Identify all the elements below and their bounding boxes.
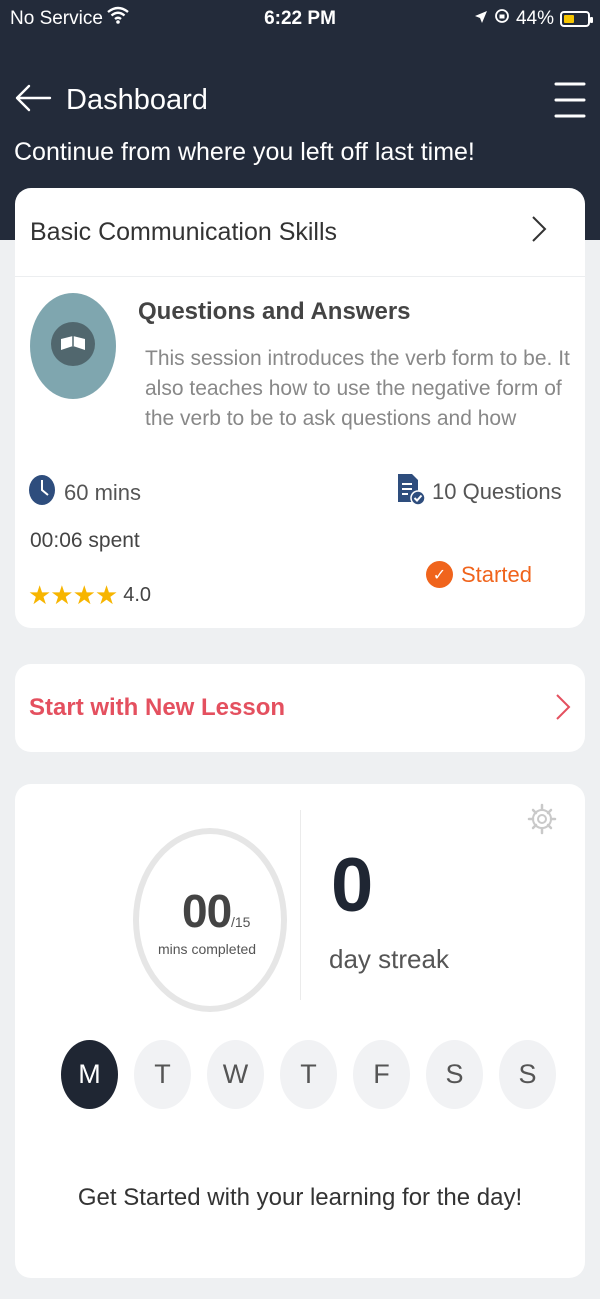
continue-subtitle: Continue from where you left off last ti… [14, 138, 475, 166]
status-label: Started [461, 561, 532, 587]
day-wednesday[interactable]: W [207, 1040, 264, 1109]
current-lesson-card[interactable]: Basic Communication Skills Questions and… [15, 188, 585, 628]
streak-count: 0 [331, 843, 374, 928]
minutes-label: mins completed [158, 941, 257, 957]
minutes-completed: 00 [182, 885, 232, 937]
gear-icon[interactable] [527, 802, 557, 841]
rating-value: 4.0 [123, 584, 152, 606]
lesson-description: This session introduces the verb form to… [145, 347, 570, 430]
course-row[interactable]: Basic Communication Skills [15, 188, 585, 277]
day-friday[interactable]: F [353, 1040, 410, 1109]
lesson-question-count: 10 Questions [396, 472, 562, 512]
top-nav: Dashboard [0, 78, 600, 124]
weekday-selector: M T W T F S S [61, 1040, 556, 1109]
orientation-lock-icon [494, 8, 510, 30]
status-bar: No Service 6:22 PM 44% [0, 0, 600, 36]
lesson-title: Questions and Answers [138, 298, 411, 325]
status-badge: ✓ Started [426, 561, 532, 588]
hamburger-menu-icon[interactable] [554, 80, 586, 125]
streak-label: day streak [329, 944, 449, 974]
minutes-goal: /15 [231, 914, 251, 930]
check-circle-icon: ✓ [426, 561, 453, 588]
back-arrow-icon[interactable] [14, 82, 52, 119]
battery-icon [560, 11, 593, 27]
time-spent: 00:06 spent [30, 529, 140, 552]
lesson-duration: 60 mins [28, 474, 141, 512]
divider [300, 810, 301, 1000]
chevron-right-icon[interactable] [531, 214, 547, 249]
day-thursday[interactable]: T [280, 1040, 337, 1109]
document-check-icon [396, 472, 426, 512]
day-monday[interactable]: M [61, 1040, 118, 1109]
start-new-lesson-link[interactable]: Start with New Lesson [29, 694, 285, 722]
day-saturday[interactable]: S [426, 1040, 483, 1109]
lesson-rating: ★★★★ 4.0 [28, 580, 151, 611]
open-book-icon [51, 322, 95, 366]
chevron-right-icon[interactable] [555, 692, 571, 727]
day-tuesday[interactable]: T [134, 1040, 191, 1109]
lesson-thumbnail [30, 293, 116, 399]
clock-icon [28, 474, 56, 512]
new-lesson-card[interactable]: Start with New Lesson [15, 664, 585, 752]
star-icons: ★★★★ [28, 580, 118, 610]
get-started-message: Get Started with your learning for the d… [77, 1184, 523, 1211]
daily-progress-card: 00 /15 mins completed 0 day streak M T W… [15, 784, 585, 1278]
battery-percent: 44% [515, 8, 554, 29]
questions-label: 10 Questions [432, 479, 562, 504]
page-title: Dashboard [66, 84, 208, 116]
course-title: Basic Communication Skills [30, 218, 338, 246]
location-arrow-icon [474, 8, 488, 30]
day-sunday[interactable]: S [499, 1040, 556, 1109]
duration-label: 60 mins [64, 480, 142, 505]
